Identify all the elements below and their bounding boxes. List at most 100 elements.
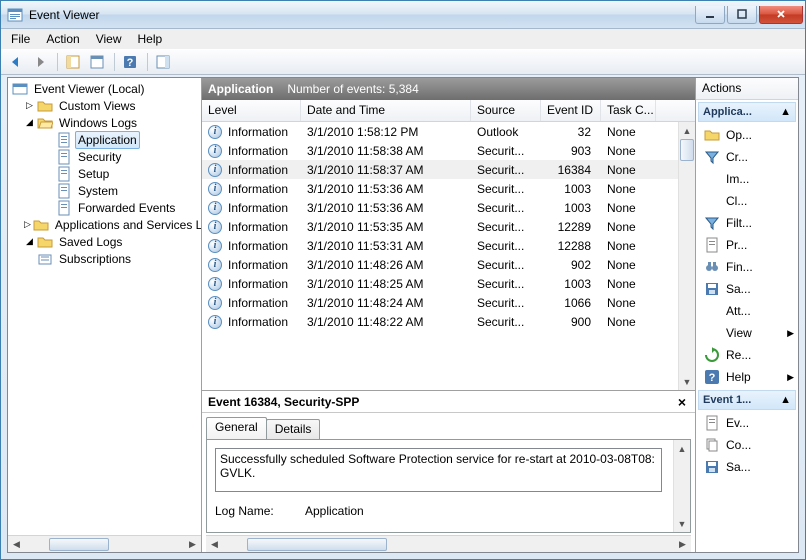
separator bbox=[147, 53, 148, 71]
scroll-up-icon[interactable]: ▲ bbox=[674, 440, 690, 457]
scroll-thumb[interactable] bbox=[680, 139, 694, 161]
table-row[interactable]: iInformation3/1/2010 11:48:26 AMSecurit.… bbox=[202, 255, 695, 274]
action-label: Sa... bbox=[726, 282, 751, 296]
tree-apps-services[interactable]: ▷ Applications and Services Logs bbox=[10, 216, 199, 233]
tree-system[interactable]: System bbox=[10, 182, 199, 199]
menu-file[interactable]: File bbox=[3, 30, 38, 48]
col-event-id[interactable]: Event ID bbox=[541, 100, 601, 121]
tree-setup[interactable]: Setup bbox=[10, 165, 199, 182]
action-item[interactable]: Re... bbox=[698, 344, 796, 366]
action-item[interactable]: Co... bbox=[698, 434, 796, 456]
action-item[interactable]: Im... bbox=[698, 168, 796, 190]
scroll-right-icon[interactable]: ▶ bbox=[184, 536, 201, 553]
properties-button[interactable] bbox=[86, 51, 108, 73]
table-row[interactable]: iInformation3/1/2010 11:48:22 AMSecurit.… bbox=[202, 312, 695, 331]
action-label: Help bbox=[726, 370, 751, 384]
cell-event-id: 1003 bbox=[541, 201, 601, 215]
action-item[interactable]: Pr... bbox=[698, 234, 796, 256]
collapse-icon[interactable]: ◢ bbox=[24, 236, 35, 247]
action-item[interactable]: ?Help▶ bbox=[698, 366, 796, 388]
table-row[interactable]: iInformation3/1/2010 11:48:25 AMSecurit.… bbox=[202, 274, 695, 293]
menu-help[interactable]: Help bbox=[130, 30, 171, 48]
action-item[interactable]: Op... bbox=[698, 124, 796, 146]
tree-hscroll[interactable]: ◀ ▶ bbox=[8, 535, 201, 552]
collapse-icon[interactable]: ▲ bbox=[780, 106, 791, 118]
console-icon bbox=[12, 81, 28, 97]
action-pane-button[interactable] bbox=[152, 51, 174, 73]
event-count: Number of events: 5,384 bbox=[287, 82, 418, 96]
tree-security[interactable]: Security bbox=[10, 148, 199, 165]
col-date[interactable]: Date and Time bbox=[301, 100, 471, 121]
scroll-left-icon[interactable]: ◀ bbox=[8, 536, 25, 553]
tab-general[interactable]: General bbox=[206, 417, 267, 439]
maximize-button[interactable] bbox=[727, 6, 757, 24]
action-group-event[interactable]: Event 1... ▲ bbox=[698, 390, 796, 410]
actions-panel: Actions Applica... ▲ Op...Cr...Im...Cl..… bbox=[696, 78, 798, 552]
action-item[interactable]: View▶ bbox=[698, 322, 796, 344]
table-row[interactable]: iInformation3/1/2010 11:53:35 AMSecurit.… bbox=[202, 217, 695, 236]
tool-bar: ? bbox=[1, 49, 805, 75]
title-bar[interactable]: Event Viewer bbox=[1, 1, 805, 29]
tree-windows-logs[interactable]: ◢ Windows Logs bbox=[10, 114, 199, 131]
help-icon: ? bbox=[704, 369, 720, 385]
cell-level: iInformation bbox=[202, 201, 301, 215]
action-item[interactable]: Att... bbox=[698, 300, 796, 322]
tree-custom-views[interactable]: ▷ Custom Views bbox=[10, 97, 199, 114]
tab-details[interactable]: Details bbox=[266, 419, 321, 439]
cell-task: None bbox=[601, 258, 656, 272]
tab-content: Successfully scheduled Software Protecti… bbox=[206, 439, 691, 533]
tree[interactable]: Event Viewer (Local) ▷ Custom Views ◢ Wi… bbox=[8, 78, 201, 535]
table-row[interactable]: iInformation3/1/2010 11:53:31 AMSecurit.… bbox=[202, 236, 695, 255]
forward-button[interactable] bbox=[29, 51, 51, 73]
menu-action[interactable]: Action bbox=[38, 30, 87, 48]
scroll-down-icon[interactable]: ▼ bbox=[679, 373, 695, 390]
col-task[interactable]: Task C... bbox=[601, 100, 656, 121]
list-vscroll[interactable]: ▲ ▼ bbox=[678, 122, 695, 390]
table-row[interactable]: iInformation3/1/2010 1:58:12 PMOutlook32… bbox=[202, 122, 695, 141]
close-button[interactable] bbox=[759, 6, 803, 24]
detail-hscroll[interactable]: ◀ ▶ bbox=[206, 535, 691, 552]
detail-close-button[interactable]: × bbox=[675, 394, 689, 410]
scroll-right-icon[interactable]: ▶ bbox=[674, 536, 691, 553]
expand-icon[interactable]: ▷ bbox=[24, 100, 35, 111]
action-item[interactable]: Filt... bbox=[698, 212, 796, 234]
action-item[interactable]: Cr... bbox=[698, 146, 796, 168]
action-item[interactable]: Sa... bbox=[698, 456, 796, 478]
collapse-icon[interactable]: ◢ bbox=[24, 117, 35, 128]
menu-view[interactable]: View bbox=[88, 30, 130, 48]
scroll-left-icon[interactable]: ◀ bbox=[206, 536, 223, 553]
table-row[interactable]: iInformation3/1/2010 11:58:38 AMSecurit.… bbox=[202, 141, 695, 160]
action-item[interactable]: Fin... bbox=[698, 256, 796, 278]
action-item[interactable]: Cl... bbox=[698, 190, 796, 212]
collapse-icon[interactable]: ▲ bbox=[780, 394, 791, 406]
table-row[interactable]: iInformation3/1/2010 11:48:24 AMSecurit.… bbox=[202, 293, 695, 312]
show-hide-tree-button[interactable] bbox=[62, 51, 84, 73]
help-button[interactable]: ? bbox=[119, 51, 141, 73]
expand-icon[interactable]: ▷ bbox=[24, 219, 31, 230]
scroll-thumb[interactable] bbox=[247, 538, 387, 551]
col-level[interactable]: Level bbox=[202, 100, 301, 121]
back-button[interactable] bbox=[5, 51, 27, 73]
cell-date: 3/1/2010 11:48:26 AM bbox=[301, 258, 471, 272]
scroll-up-icon[interactable]: ▲ bbox=[679, 122, 695, 139]
tree-forwarded[interactable]: Forwarded Events bbox=[10, 199, 199, 216]
action-group-application[interactable]: Applica... ▲ bbox=[698, 102, 796, 122]
col-source[interactable]: Source bbox=[471, 100, 541, 121]
detail-vscroll[interactable]: ▲ ▼ bbox=[673, 440, 690, 532]
cell-event-id: 12289 bbox=[541, 220, 601, 234]
scroll-down-icon[interactable]: ▼ bbox=[674, 515, 690, 532]
minimize-button[interactable] bbox=[695, 6, 725, 24]
tree-subscriptions[interactable]: ▷ Subscriptions bbox=[10, 250, 199, 267]
action-item[interactable]: Sa... bbox=[698, 278, 796, 300]
action-label: Pr... bbox=[726, 238, 747, 252]
table-row[interactable]: iInformation3/1/2010 11:53:36 AMSecurit.… bbox=[202, 198, 695, 217]
scroll-thumb[interactable] bbox=[49, 538, 109, 551]
action-item[interactable]: Ev... bbox=[698, 412, 796, 434]
tree-application[interactable]: Application bbox=[10, 131, 199, 148]
list-body[interactable]: iInformation3/1/2010 1:58:12 PMOutlook32… bbox=[202, 122, 695, 390]
tree-root[interactable]: Event Viewer (Local) bbox=[10, 80, 199, 97]
table-row[interactable]: iInformation3/1/2010 11:53:36 AMSecurit.… bbox=[202, 179, 695, 198]
tree-saved-logs[interactable]: ◢ Saved Logs bbox=[10, 233, 199, 250]
table-row[interactable]: iInformation3/1/2010 11:58:37 AMSecurit.… bbox=[202, 160, 695, 179]
refresh-icon bbox=[704, 347, 720, 363]
